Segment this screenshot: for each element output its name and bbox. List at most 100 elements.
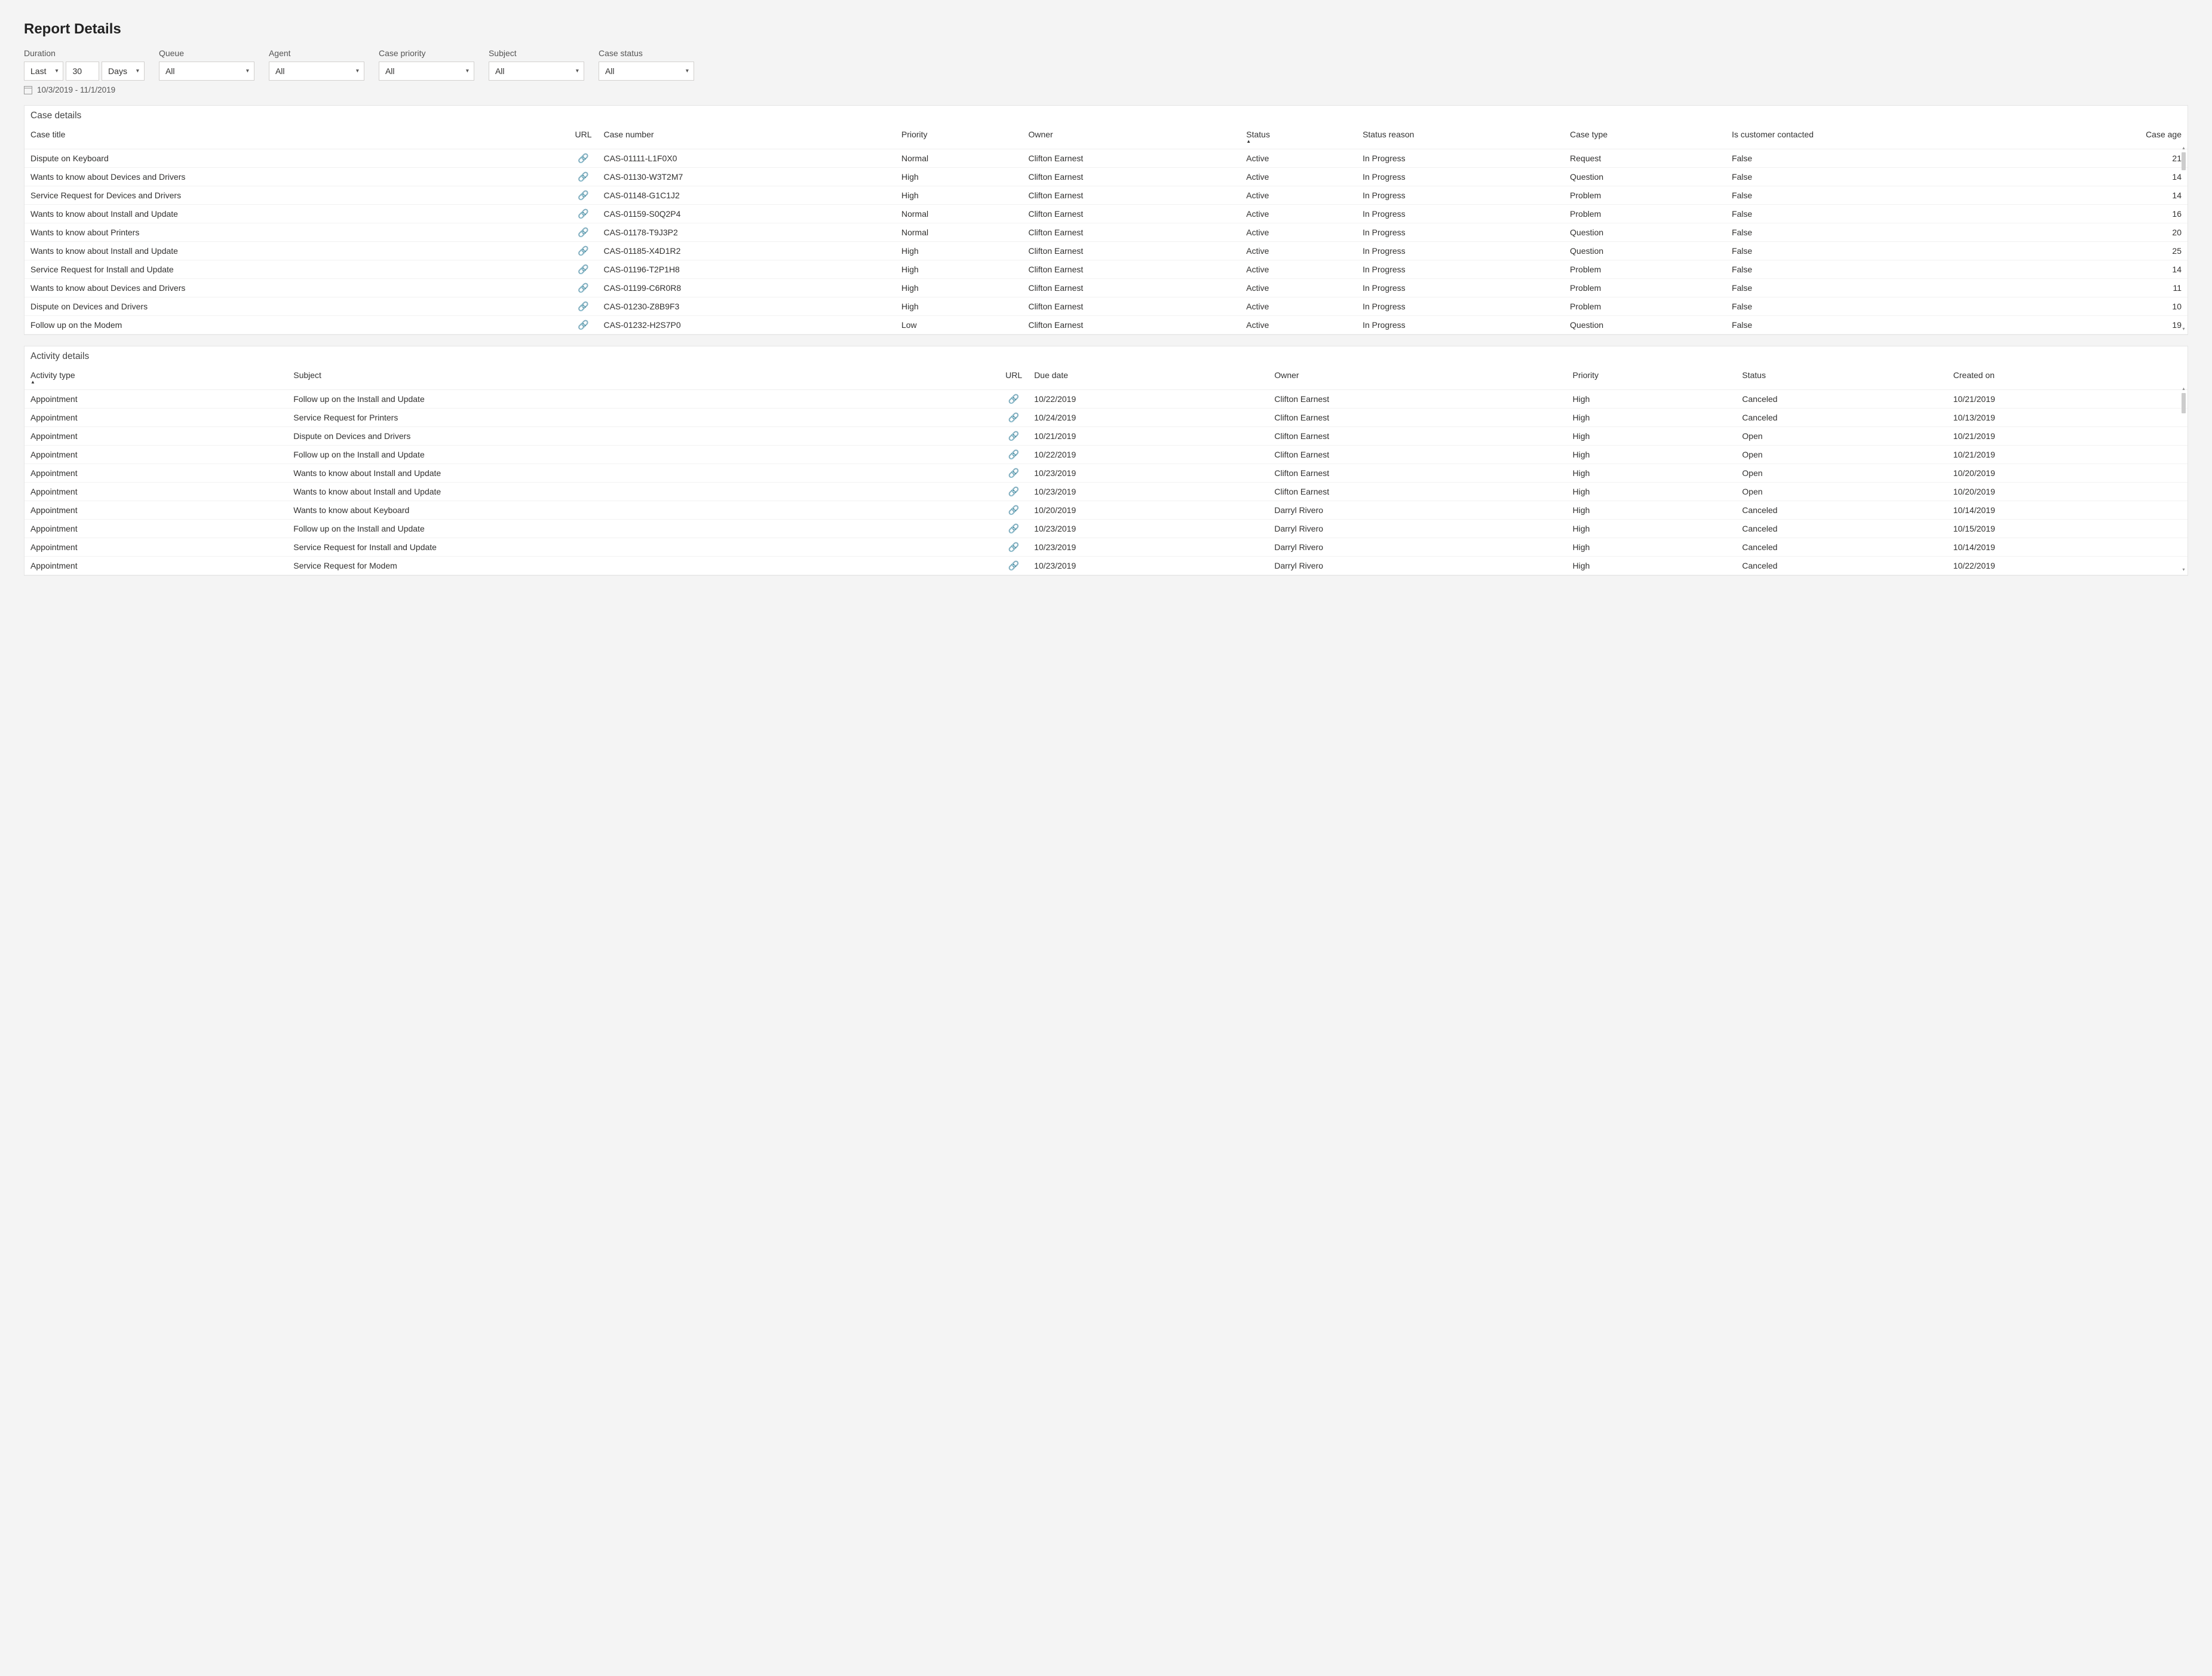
queue-select[interactable]: All ▾ [159, 62, 254, 81]
link-icon[interactable]: 🔗 [1008, 432, 1020, 441]
duration-value-select[interactable]: 30 [66, 62, 99, 81]
col-activity-owner[interactable]: Owner [1268, 366, 1566, 390]
link-icon[interactable]: 🔗 [1008, 543, 1020, 552]
table-row[interactable]: AppointmentService Request for Modem🔗10/… [24, 557, 2188, 575]
cell-url[interactable]: 🔗 [569, 260, 597, 279]
cell-url[interactable]: 🔗 [569, 205, 597, 223]
link-icon[interactable]: 🔗 [578, 302, 589, 311]
table-row[interactable]: Wants to know about Printers🔗CAS-01178-T… [24, 223, 2188, 242]
table-row[interactable]: Wants to know about Devices and Drivers🔗… [24, 279, 2188, 297]
cell-url[interactable]: 🔗 [999, 409, 1028, 427]
activity-grid-scrollbar[interactable]: ▴ ▾ [2181, 386, 2186, 573]
col-activity-subject[interactable]: Subject [287, 366, 999, 390]
table-row[interactable]: Dispute on Keyboard🔗CAS-01111-L1F0X0Norm… [24, 149, 2188, 168]
cell-url[interactable]: 🔗 [569, 279, 597, 297]
cell-due-date: 10/23/2019 [1028, 538, 1268, 557]
cell-url[interactable]: 🔗 [569, 242, 597, 260]
scroll-thumb[interactable] [2182, 152, 2186, 170]
cell-url[interactable]: 🔗 [999, 446, 1028, 464]
col-due-date[interactable]: Due date [1028, 366, 1268, 390]
link-icon[interactable]: 🔗 [578, 154, 589, 163]
cell-url[interactable]: 🔗 [569, 297, 597, 316]
link-icon[interactable]: 🔗 [1008, 487, 1020, 496]
cell-url[interactable]: 🔗 [569, 168, 597, 186]
table-row[interactable]: AppointmentWants to know about Install a… [24, 483, 2188, 501]
cell-subject: Service Request for Printers [287, 409, 999, 427]
duration-relative-select[interactable]: Last ▾ [24, 62, 63, 81]
cell-created-on: 10/15/2019 [1947, 520, 2188, 538]
col-activity-type[interactable]: Activity type▲ [24, 366, 287, 390]
cell-url[interactable]: 🔗 [999, 427, 1028, 446]
link-icon[interactable]: 🔗 [578, 228, 589, 237]
table-row[interactable]: Dispute on Devices and Drivers🔗CAS-01230… [24, 297, 2188, 316]
link-icon[interactable]: 🔗 [1008, 561, 1020, 570]
case-grid-scrollbar[interactable]: ▴ ▾ [2181, 145, 2186, 332]
table-row[interactable]: AppointmentFollow up on the Install and … [24, 390, 2188, 409]
col-case-url[interactable]: URL [569, 125, 597, 149]
link-icon[interactable]: 🔗 [578, 191, 589, 200]
cell-url[interactable]: 🔗 [999, 464, 1028, 483]
link-icon[interactable]: 🔗 [578, 321, 589, 330]
cell-owner: Clifton Earnest [1022, 186, 1240, 205]
table-row[interactable]: AppointmentService Request for Install a… [24, 538, 2188, 557]
table-row[interactable]: AppointmentFollow up on the Install and … [24, 520, 2188, 538]
cell-url[interactable]: 🔗 [569, 149, 597, 168]
col-case-type[interactable]: Case type [1564, 125, 1726, 149]
col-activity-priority[interactable]: Priority [1567, 366, 1737, 390]
link-icon[interactable]: 🔗 [1008, 524, 1020, 533]
link-icon[interactable]: 🔗 [578, 173, 589, 182]
scroll-up-icon[interactable]: ▴ [2181, 386, 2186, 392]
cell-url[interactable]: 🔗 [999, 390, 1028, 409]
cell-url[interactable]: 🔗 [569, 186, 597, 205]
col-created-on[interactable]: Created on [1947, 366, 2188, 390]
col-case-number[interactable]: Case number [597, 125, 895, 149]
table-row[interactable]: AppointmentWants to know about Install a… [24, 464, 2188, 483]
link-icon[interactable]: 🔗 [1008, 395, 1020, 404]
table-row[interactable]: Follow up on the Modem🔗CAS-01232-H2S7P0L… [24, 316, 2188, 334]
link-icon[interactable]: 🔗 [1008, 469, 1020, 478]
table-row[interactable]: AppointmentService Request for Printers🔗… [24, 409, 2188, 427]
cell-url[interactable]: 🔗 [569, 316, 597, 334]
col-owner[interactable]: Owner [1022, 125, 1240, 149]
link-icon[interactable]: 🔗 [578, 210, 589, 219]
col-case-age[interactable]: Case age [2032, 125, 2188, 149]
scroll-thumb[interactable] [2182, 393, 2186, 413]
agent-select[interactable]: All ▾ [269, 62, 364, 81]
cell-url[interactable]: 🔗 [999, 538, 1028, 557]
link-icon[interactable]: 🔗 [1008, 506, 1020, 515]
cell-url[interactable]: 🔗 [999, 520, 1028, 538]
link-icon[interactable]: 🔗 [1008, 413, 1020, 422]
col-activity-status[interactable]: Status [1736, 366, 1947, 390]
scroll-down-icon[interactable]: ▾ [2181, 567, 2186, 573]
table-row[interactable]: Wants to know about Devices and Drivers🔗… [24, 168, 2188, 186]
cell-url[interactable]: 🔗 [999, 501, 1028, 520]
cell-url[interactable]: 🔗 [999, 483, 1028, 501]
col-status[interactable]: Status▲ [1240, 125, 1357, 149]
priority-select[interactable]: All ▾ [379, 62, 474, 81]
cell-url[interactable]: 🔗 [999, 557, 1028, 575]
cell-url[interactable]: 🔗 [569, 223, 597, 242]
table-row[interactable]: Service Request for Devices and Drivers🔗… [24, 186, 2188, 205]
link-icon[interactable]: 🔗 [1008, 450, 1020, 459]
link-icon[interactable]: 🔗 [578, 247, 589, 256]
cell-due-date: 10/23/2019 [1028, 483, 1268, 501]
table-row[interactable]: AppointmentDispute on Devices and Driver… [24, 427, 2188, 446]
duration-unit-select[interactable]: Days ▾ [102, 62, 145, 81]
col-priority[interactable]: Priority [895, 125, 1022, 149]
col-case-title[interactable]: Case title [24, 125, 569, 149]
link-icon[interactable]: 🔗 [578, 284, 589, 293]
col-activity-url[interactable]: URL [999, 366, 1028, 390]
status-select[interactable]: All ▾ [599, 62, 694, 81]
col-customer-contacted[interactable]: Is customer contacted [1726, 125, 2032, 149]
subject-select[interactable]: All ▾ [489, 62, 584, 81]
table-row[interactable]: Wants to know about Install and Update🔗C… [24, 205, 2188, 223]
table-row[interactable]: Wants to know about Install and Update🔗C… [24, 242, 2188, 260]
table-row[interactable]: Service Request for Install and Update🔗C… [24, 260, 2188, 279]
table-row[interactable]: AppointmentFollow up on the Install and … [24, 446, 2188, 464]
cell-activity-type: Appointment [24, 538, 287, 557]
scroll-down-icon[interactable]: ▾ [2181, 326, 2186, 332]
scroll-up-icon[interactable]: ▴ [2181, 145, 2186, 151]
col-status-reason[interactable]: Status reason [1357, 125, 1564, 149]
link-icon[interactable]: 🔗 [578, 265, 589, 274]
table-row[interactable]: AppointmentWants to know about Keyboard🔗… [24, 501, 2188, 520]
